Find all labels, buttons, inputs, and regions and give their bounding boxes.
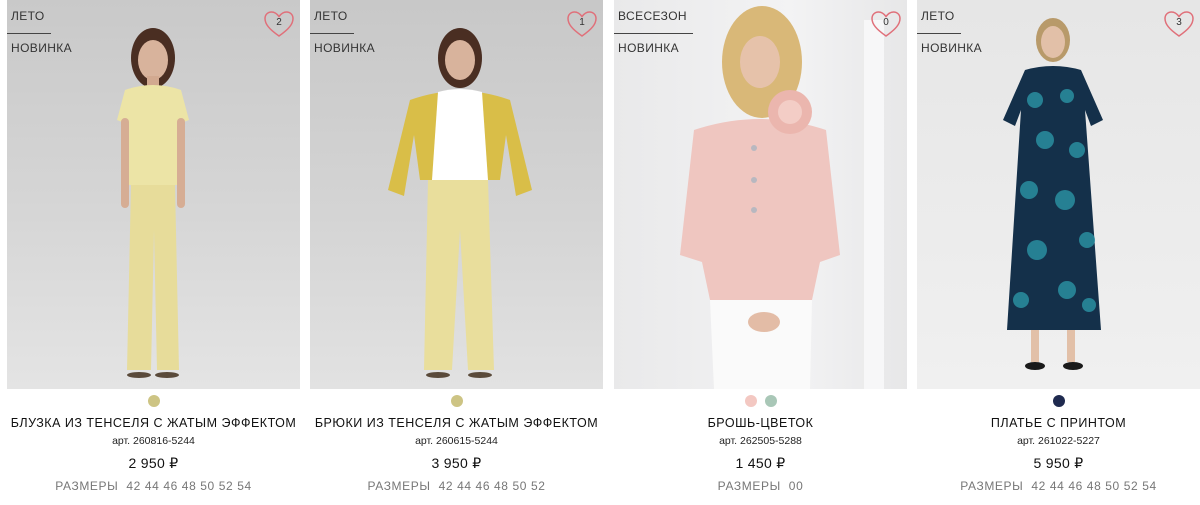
color-swatches [614,395,907,408]
favorite-count: 3 [1176,17,1182,28]
product-title[interactable]: БРЮКИ ИЗ ТЕНСЕЛЯ С ЖАТЫМ ЭФФЕКТОМ [310,416,603,430]
product-sizes: РАЗМЕРЫ 00 [614,479,907,493]
new-tag: НОВИНКА [11,41,73,55]
product-card[interactable]: ЛЕТО НОВИНКА 2 БЛУЗКА ИЗ ТЕНСЕЛЯ С ЖАТЫМ… [7,0,300,505]
product-grid: ЛЕТО НОВИНКА 2 БЛУЗКА ИЗ ТЕНСЕЛЯ С ЖАТЫМ… [0,0,1200,505]
season-tag: ЛЕТО [310,6,354,34]
model-image [680,6,884,389]
new-tag: НОВИНКА [921,41,983,55]
favorite-button[interactable]: 0 [870,9,902,39]
season-tag: ЛЕТО [7,6,51,34]
model-image [1003,18,1103,370]
product-sku: арт. 260615-5244 [415,435,498,447]
favorite-count: 0 [883,17,889,28]
product-card[interactable]: ВСЕСЕЗОН НОВИНКА 0 БРОШЬ-ЦВЕТОК арт. 262… [614,0,907,505]
color-swatches [310,395,603,408]
product-sizes: РАЗМЕРЫ 42 44 46 48 50 52 54 [7,479,300,493]
new-tag: НОВИНКА [618,41,680,55]
product-photo[interactable]: ЛЕТО НОВИНКА 1 [310,0,603,389]
product-price: 5 950 ₽ [1033,455,1084,471]
sizes-list: 42 44 46 48 50 52 [438,479,546,493]
product-photo[interactable]: ЛЕТО НОВИНКА 3 [917,0,1200,389]
color-swatch[interactable] [764,395,777,407]
product-sku: арт. 260816-5244 [112,435,195,447]
product-sizes: РАЗМЕРЫ 42 44 46 48 50 52 54 [917,479,1200,493]
sizes-list: 00 [788,479,804,493]
product-sku: арт. 261022-5227 [1017,435,1100,447]
favorite-count: 1 [579,17,585,28]
season-tag: ЛЕТО [917,6,961,34]
favorite-count: 2 [276,17,282,28]
color-swatches [7,395,300,408]
product-card[interactable]: ЛЕТО НОВИНКА 3 ПЛАТЬЕ С ПРИНТОМ арт. 261… [917,0,1200,505]
color-swatches [917,395,1200,408]
product-sku: арт. 262505-5288 [719,435,802,447]
product-card[interactable]: ЛЕТО НОВИНКА 1 БРЮКИ ИЗ ТЕНСЕЛЯ С ЖАТЫМ … [310,0,603,505]
sizes-label: РАЗМЕРЫ [717,479,781,493]
color-swatch[interactable] [450,395,463,407]
favorite-button[interactable]: 2 [263,9,295,39]
product-title[interactable]: БЛУЗКА ИЗ ТЕНСЕЛЯ С ЖАТЫМ ЭФФЕКТОМ [7,416,300,430]
favorite-button[interactable]: 1 [566,9,598,39]
sizes-label: РАЗМЕРЫ [367,479,431,493]
color-swatch[interactable] [744,395,757,407]
sizes-list: 42 44 46 48 50 52 54 [1031,479,1157,493]
favorite-button[interactable]: 3 [1163,9,1195,39]
product-title[interactable]: БРОШЬ-ЦВЕТОК [614,416,907,430]
color-swatch[interactable] [1052,395,1065,407]
color-swatch[interactable] [147,395,160,407]
new-tag: НОВИНКА [314,41,376,55]
product-photo[interactable]: ЛЕТО НОВИНКА 2 [7,0,300,389]
product-price: 2 950 ₽ [128,455,179,471]
sizes-list: 42 44 46 48 50 52 54 [126,479,252,493]
sizes-label: РАЗМЕРЫ [55,479,119,493]
model-image [117,28,189,378]
product-title[interactable]: ПЛАТЬЕ С ПРИНТОМ [917,416,1200,430]
product-price: 1 450 ₽ [735,455,786,471]
product-sizes: РАЗМЕРЫ 42 44 46 48 50 52 [310,479,603,493]
sizes-label: РАЗМЕРЫ [960,479,1024,493]
season-tag: ВСЕСЕЗОН [614,6,693,34]
model-image [388,28,532,378]
product-photo[interactable]: ВСЕСЕЗОН НОВИНКА 0 [614,0,907,389]
product-price: 3 950 ₽ [431,455,482,471]
